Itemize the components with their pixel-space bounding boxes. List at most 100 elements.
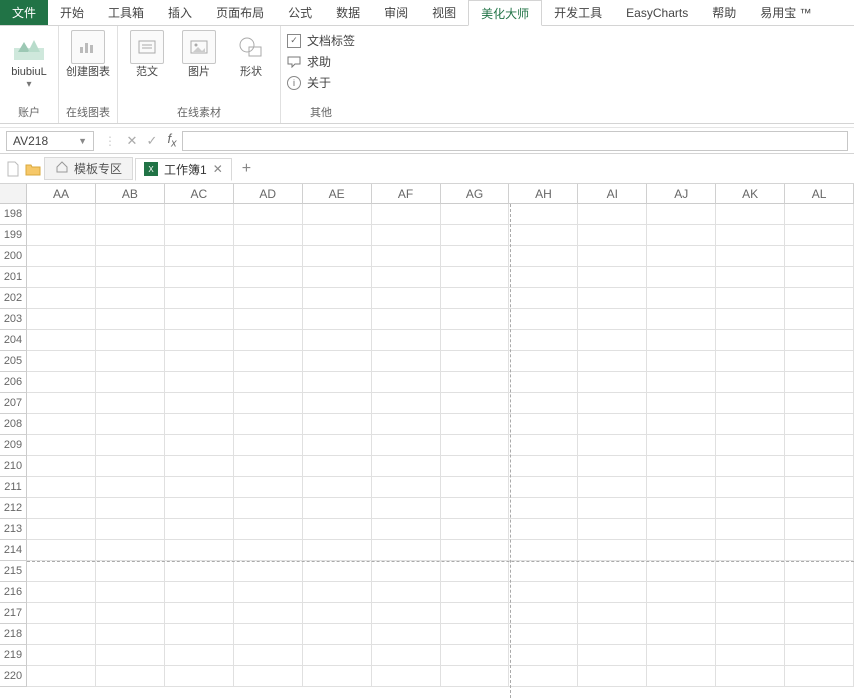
cell[interactable] <box>234 519 303 540</box>
cell[interactable] <box>647 267 716 288</box>
cell[interactable] <box>96 351 165 372</box>
cell[interactable] <box>234 624 303 645</box>
cell[interactable] <box>509 603 578 624</box>
cell[interactable] <box>234 267 303 288</box>
row-header[interactable]: 199 <box>0 225 27 246</box>
cell[interactable] <box>96 225 165 246</box>
tab-6[interactable]: 审阅 <box>372 0 420 25</box>
cell[interactable] <box>165 540 234 561</box>
tab-3[interactable]: 页面布局 <box>204 0 276 25</box>
row-header[interactable]: 217 <box>0 603 27 624</box>
cell[interactable] <box>234 561 303 582</box>
cell[interactable] <box>785 414 854 435</box>
cell[interactable] <box>716 582 785 603</box>
tab-10[interactable]: EasyCharts <box>614 0 700 25</box>
cell[interactable] <box>234 435 303 456</box>
row-header[interactable]: 216 <box>0 582 27 603</box>
column-header[interactable]: AL <box>785 184 854 204</box>
cell[interactable] <box>303 372 372 393</box>
cell[interactable] <box>234 540 303 561</box>
cell[interactable] <box>27 603 96 624</box>
cell[interactable] <box>27 540 96 561</box>
cell[interactable] <box>27 582 96 603</box>
cell[interactable] <box>303 540 372 561</box>
cell[interactable] <box>96 666 165 687</box>
column-header[interactable]: AB <box>96 184 165 204</box>
cell[interactable] <box>785 498 854 519</box>
cell[interactable] <box>647 498 716 519</box>
cell[interactable] <box>647 330 716 351</box>
cell[interactable] <box>234 309 303 330</box>
row-header[interactable]: 202 <box>0 288 27 309</box>
row-header[interactable]: 214 <box>0 540 27 561</box>
cell[interactable] <box>96 498 165 519</box>
cell[interactable] <box>372 519 441 540</box>
cell[interactable] <box>785 288 854 309</box>
tab-2[interactable]: 插入 <box>156 0 204 25</box>
cell[interactable] <box>785 309 854 330</box>
cell[interactable] <box>27 666 96 687</box>
cell[interactable] <box>303 288 372 309</box>
cell[interactable] <box>27 414 96 435</box>
row-header[interactable]: 220 <box>0 666 27 687</box>
cell[interactable] <box>509 561 578 582</box>
row-header[interactable]: 219 <box>0 645 27 666</box>
cell[interactable] <box>647 666 716 687</box>
cell[interactable] <box>303 519 372 540</box>
cell[interactable] <box>303 330 372 351</box>
cell[interactable] <box>647 309 716 330</box>
tab-5[interactable]: 数据 <box>324 0 372 25</box>
cell[interactable] <box>785 519 854 540</box>
shape-button[interactable]: 形状 <box>228 30 274 79</box>
cell[interactable] <box>578 288 647 309</box>
cell[interactable] <box>441 477 510 498</box>
row-header[interactable]: 209 <box>0 435 27 456</box>
cell[interactable] <box>509 288 578 309</box>
cell[interactable] <box>27 498 96 519</box>
cell[interactable] <box>578 309 647 330</box>
cell[interactable] <box>509 267 578 288</box>
cell[interactable] <box>303 498 372 519</box>
cell[interactable] <box>785 582 854 603</box>
cell[interactable] <box>165 372 234 393</box>
cell[interactable] <box>716 645 785 666</box>
cell[interactable] <box>785 267 854 288</box>
cell[interactable] <box>509 477 578 498</box>
cell[interactable] <box>441 519 510 540</box>
cell[interactable] <box>96 624 165 645</box>
cell[interactable] <box>96 645 165 666</box>
cell[interactable] <box>96 477 165 498</box>
workbook-tab[interactable]: X 工作簿1 ✕ <box>135 158 232 181</box>
column-header[interactable]: AG <box>441 184 510 204</box>
cell[interactable] <box>441 372 510 393</box>
cell[interactable] <box>441 351 510 372</box>
cell[interactable] <box>509 330 578 351</box>
tab-1[interactable]: 工具箱 <box>96 0 156 25</box>
cell[interactable] <box>165 477 234 498</box>
cell[interactable] <box>165 666 234 687</box>
cell[interactable] <box>303 624 372 645</box>
cell[interactable] <box>785 645 854 666</box>
cell[interactable] <box>27 477 96 498</box>
cell[interactable] <box>165 309 234 330</box>
cancel-formula-button[interactable]: ✕ <box>122 133 142 149</box>
cell[interactable] <box>165 582 234 603</box>
cell[interactable] <box>96 288 165 309</box>
cell[interactable] <box>785 225 854 246</box>
cell[interactable] <box>165 288 234 309</box>
cell[interactable] <box>96 456 165 477</box>
cell[interactable] <box>441 603 510 624</box>
cell[interactable] <box>578 414 647 435</box>
cell[interactable] <box>372 603 441 624</box>
column-header[interactable]: AD <box>234 184 303 204</box>
cell[interactable] <box>578 582 647 603</box>
cell[interactable] <box>96 582 165 603</box>
tab-4[interactable]: 公式 <box>276 0 324 25</box>
cell[interactable] <box>165 561 234 582</box>
cell[interactable] <box>509 204 578 225</box>
new-file-icon[interactable] <box>4 160 22 178</box>
cell[interactable] <box>372 435 441 456</box>
column-header[interactable]: AJ <box>647 184 716 204</box>
cell[interactable] <box>578 603 647 624</box>
cell[interactable] <box>165 498 234 519</box>
